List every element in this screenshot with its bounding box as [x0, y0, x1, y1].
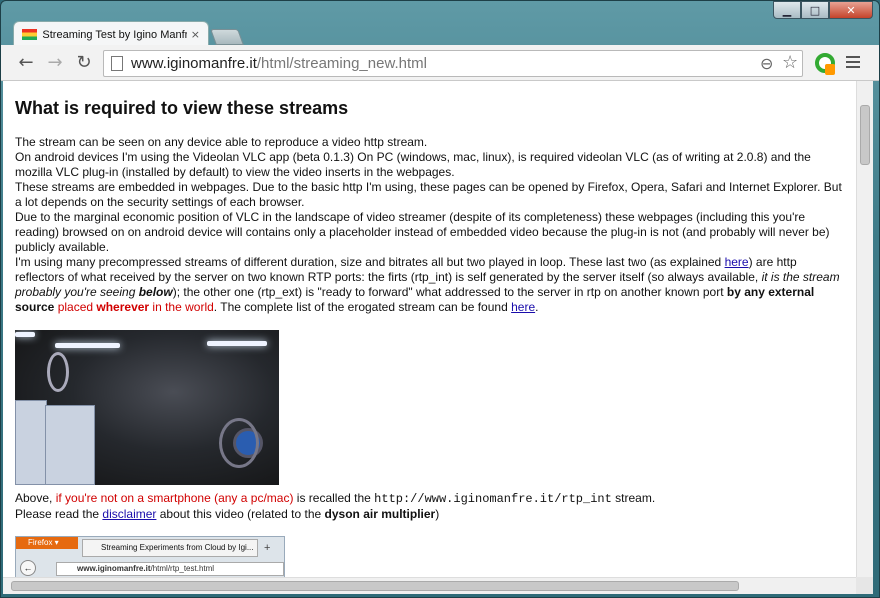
intro-paragraphs: The stream can be seen on any device abl… [15, 135, 844, 315]
reload-button[interactable]: ↻ [73, 53, 95, 75]
flag-favicon-icon [22, 29, 38, 40]
tab-title: Streaming Test by Igino Manfre [42, 28, 187, 41]
paragraph-3: These streams are embedded in webpages. … [15, 180, 842, 209]
cap1-text-b: is recalled the [293, 491, 375, 505]
p5-red-2: in the world [149, 300, 214, 314]
video-player[interactable] [15, 330, 279, 485]
p5-red: placed [54, 300, 97, 314]
tab-close-icon[interactable]: × [191, 28, 200, 41]
tab-streaming-test[interactable]: Streaming Test by Igino Manfre × [13, 21, 209, 47]
cap2-text-c: ) [435, 507, 440, 521]
paragraph-5: I'm using many precompressed streams of … [15, 255, 844, 315]
paragraph-2: On android devices I'm using the Videola… [15, 150, 811, 179]
extension-badge-icon [825, 64, 835, 75]
horizontal-scroll-thumb[interactable] [11, 581, 739, 591]
p5-text-a: I'm using many precompressed streams of … [15, 255, 725, 269]
ceiling-lamp [55, 343, 120, 348]
p5-text-e: . [535, 300, 539, 314]
fan-ring [219, 418, 259, 468]
page-viewport: What is required to view these streams T… [3, 81, 856, 577]
rtp-int-url: http://www.iginomanfre.it/rtp_int [374, 492, 612, 506]
video-caption: Above, if you're not on a smartphone (an… [15, 491, 844, 507]
stream-list-here-link[interactable]: here [511, 300, 535, 314]
cap2-text-b: about this video (related to the [156, 507, 325, 521]
vertical-scroll-thumb[interactable] [860, 105, 870, 165]
url-path: /html/streaming_new.html [256, 55, 427, 72]
cap1-text-a: Above, [15, 491, 56, 505]
ceiling-lamp [15, 332, 35, 337]
vertical-scrollbar[interactable] [856, 81, 873, 577]
screenshot-back-icon: ← [20, 560, 36, 576]
browser-toolbar: ← → ↻ www.iginomanfre.it/html/streaming_… [1, 45, 879, 81]
url-host: www.iginomanfre.it [131, 55, 257, 72]
p5-text-d: . The complete list of the erogated stre… [213, 300, 512, 314]
disclaimer-line: Please read the disclaimer about this vi… [15, 507, 844, 522]
tab-strip: Streaming Test by Igino Manfre × [1, 15, 879, 47]
horizontal-scrollbar[interactable] [3, 577, 856, 594]
bookmark-star-icon[interactable]: ☆ [782, 52, 798, 73]
cap2-bold: dyson air multiplier [324, 507, 436, 521]
page-icon [111, 56, 123, 71]
disclaimer-link[interactable]: disclaimer [102, 507, 156, 521]
screenshot-url-host: www.iginomanfre.it [77, 564, 151, 573]
p5-red-bold: wherever [96, 300, 150, 314]
menu-icon[interactable] [846, 56, 860, 71]
cap1-red: if you're not on a smartphone (any a pc/… [55, 491, 294, 505]
back-button[interactable]: ← [15, 53, 37, 75]
zoom-icon[interactable]: ⊖ [760, 54, 773, 73]
p5-text-c: ); the other one (rtp_ext) is "ready to … [172, 285, 727, 299]
firefox-screenshot-image: Firefox ▾ Streaming Experiments from Clo… [15, 536, 285, 577]
page-content: What is required to view these streams T… [3, 81, 856, 577]
cap1-text-c: stream. [611, 491, 656, 505]
firefox-menu-label: Firefox ▾ [16, 537, 78, 549]
forward-button[interactable]: → [44, 53, 66, 75]
product-box [45, 405, 95, 485]
cap2-text-a: Please read the [15, 507, 103, 521]
screenshot-url-path: /html/rtp_test.html [150, 564, 215, 573]
scrollbar-corner [856, 577, 873, 594]
address-bar[interactable]: www.iginomanfre.it/html/streaming_new.ht… [103, 50, 803, 77]
paragraph-4: Due to the marginal economic position of… [15, 210, 830, 254]
screenshot-tab-title: Streaming Experiments from Cloud by Igi.… [82, 539, 258, 557]
p5-italic-bold: below [138, 285, 173, 299]
paragraph-1: The stream can be seen on any device abl… [15, 135, 428, 149]
explained-here-link[interactable]: here [725, 255, 749, 269]
fan-ring [47, 352, 69, 392]
product-box [15, 400, 47, 485]
screenshot-url: www.iginomanfre.it/html/rtp_test.html [56, 562, 284, 576]
page-heading: What is required to view these streams [15, 98, 349, 118]
ceiling-lamp [207, 341, 267, 346]
screenshot-plus-icon: + [264, 542, 271, 554]
browser-window: ▁ □ ✕ Streaming Test by Igino Manfre × ←… [0, 0, 880, 598]
url-text[interactable]: www.iginomanfre.it/html/streaming_new.ht… [131, 55, 427, 72]
new-tab-button[interactable] [210, 29, 244, 45]
